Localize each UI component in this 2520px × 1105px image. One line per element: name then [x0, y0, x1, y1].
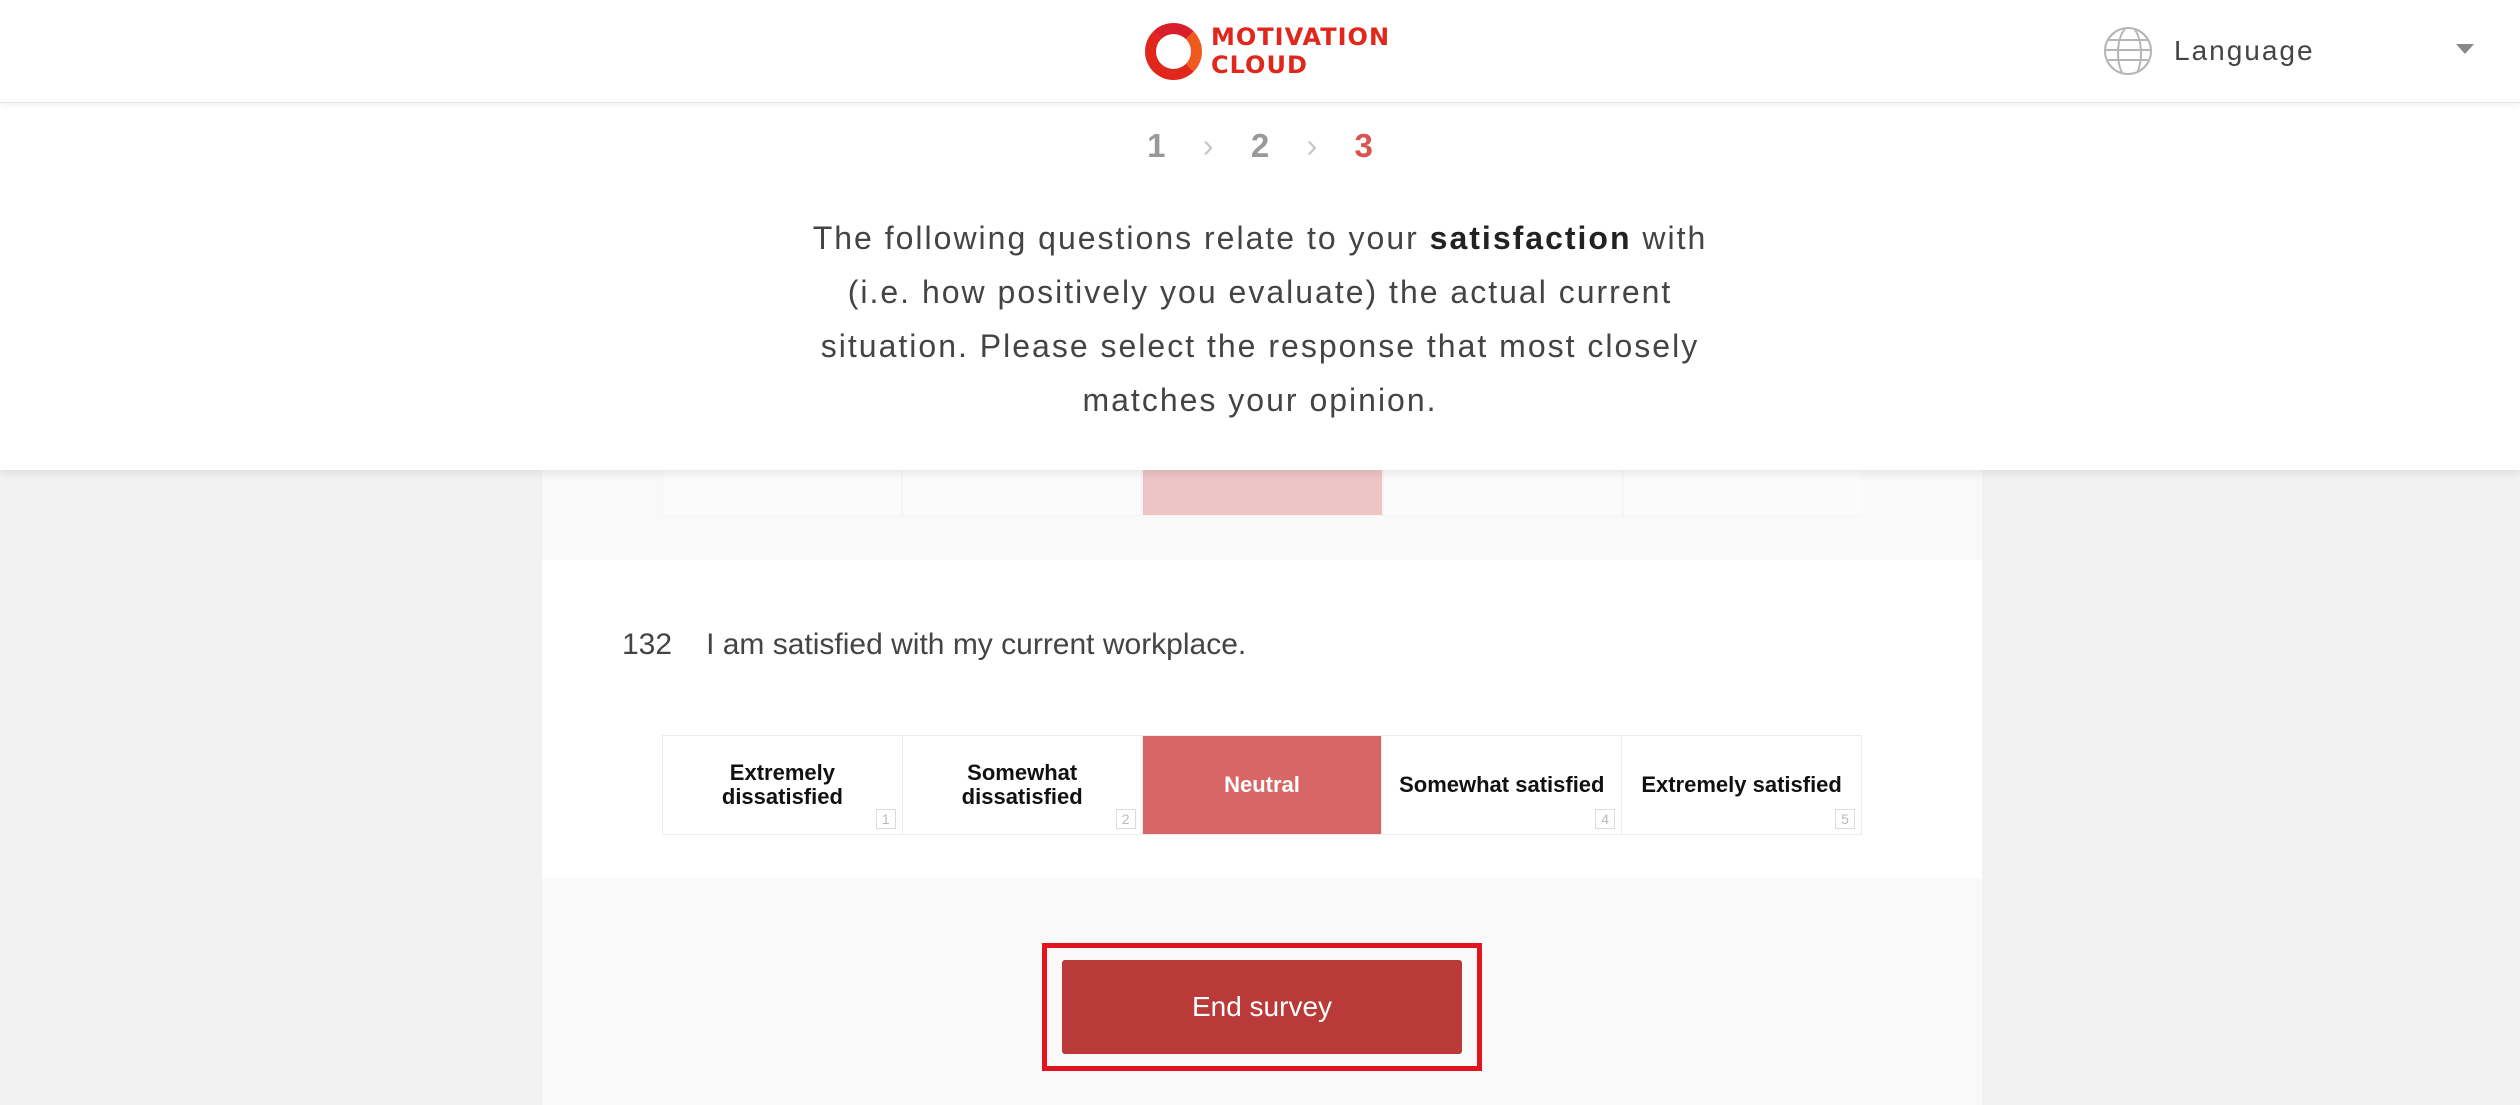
brand-logo: MOTIVATION CLOUD: [1145, 21, 1390, 81]
language-label: Language: [2174, 35, 2315, 66]
question-card: 132 I am satisfied with my current workpl…: [542, 560, 1982, 878]
top-header: MOTIVATION CLOUD Language: [0, 0, 2520, 103]
question-text: I am satisfied with my current workplace…: [706, 628, 1247, 661]
step-indicator: 1 › 2 › 3: [0, 127, 2520, 165]
step-2: 2: [1250, 127, 1270, 164]
language-selector[interactable]: Language: [2104, 26, 2474, 76]
instruction-emphasis: satisfaction: [1429, 220, 1632, 256]
option-label: Neutral: [1224, 772, 1300, 797]
option-number: 1: [875, 809, 896, 829]
end-survey-button[interactable]: End survey: [1062, 960, 1462, 1054]
question-number: 132: [622, 628, 673, 661]
step-separator-icon: ›: [1306, 127, 1318, 164]
step-1: 1: [1147, 127, 1166, 164]
option-extremely-satisfied[interactable]: Extremely satisfied 5: [1622, 736, 1861, 834]
instruction-text: The following questions relate to your s…: [800, 211, 1720, 427]
option-neutral[interactable]: Neutral 3: [1142, 736, 1383, 834]
option-somewhat-dissatisfied[interactable]: Somewhat dissatisfied 2: [902, 736, 1143, 834]
question-line: 132 I am satisfied with my current workpl…: [622, 628, 1246, 662]
option-extremely-dissatisfied[interactable]: Extremely dissatisfied 1: [663, 736, 903, 834]
logo-line-2: CLOUD: [1211, 51, 1308, 79]
option-label: Extremely dissatisfied: [721, 760, 843, 809]
instruction-panel: 1 › 2 › 3 The following questions relate…: [0, 103, 2520, 470]
option-somewhat-satisfied[interactable]: Somewhat satisfied 4: [1382, 736, 1623, 834]
response-options: Extremely dissatisfied 1 Somewhat dissat…: [662, 735, 1862, 835]
step-3-current: 3: [1354, 127, 1373, 164]
logo-ring-icon: [1145, 22, 1202, 80]
option-number: 2: [1115, 809, 1136, 829]
chevron-down-icon: [2456, 44, 2474, 54]
option-number: 5: [1834, 809, 1855, 829]
option-label: Somewhat satisfied: [1399, 772, 1605, 797]
option-number: 4: [1595, 809, 1616, 829]
globe-icon: [2104, 27, 2152, 75]
logo-text: MOTIVATION CLOUD: [1211, 23, 1390, 79]
option-label: Extremely satisfied: [1641, 772, 1842, 797]
instruction-before: The following questions relate to your: [812, 220, 1430, 256]
logo-line-1: MOTIVATION: [1211, 23, 1391, 51]
step-separator-icon: ›: [1202, 127, 1214, 164]
option-label: Somewhat dissatisfied: [961, 760, 1083, 809]
